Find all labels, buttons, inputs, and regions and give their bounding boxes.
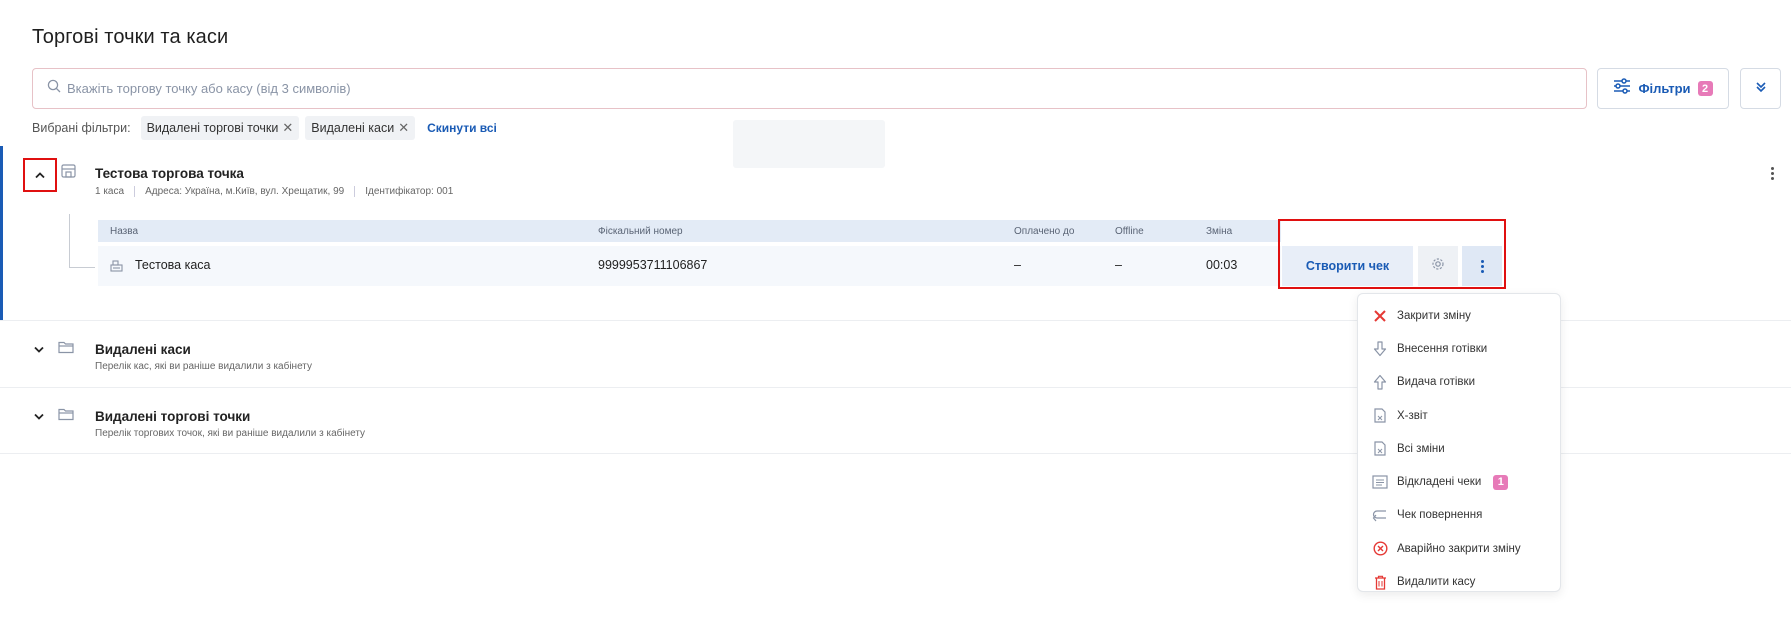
arrow-up-icon (1371, 373, 1389, 391)
folder-icon (58, 340, 74, 359)
paid-until: – (1014, 258, 1021, 272)
document-icon (1371, 440, 1389, 458)
col-offline: Offline (1115, 226, 1144, 237)
folder-subtitle: Перелік торгових точок, які ви раніше ви… (95, 428, 366, 439)
filter-chip-label: Видалені торгові точки (146, 121, 279, 135)
trash-icon (1371, 573, 1389, 591)
offline-value: – (1115, 258, 1122, 272)
store-address: Адреса: Україна, м.Київ, вул. Хрещатик, … (145, 186, 345, 197)
register-actions-menu: Закрити зміну Внесення готівки Видача го… (1357, 293, 1561, 592)
remove-chip-icon[interactable]: ✕ (282, 120, 293, 136)
register-more-button[interactable] (1462, 246, 1502, 286)
kebab-dot (1480, 264, 1484, 268)
store-title: Тестова торгова точка (95, 166, 244, 181)
folder-title: Видалені каси (95, 342, 191, 357)
menu-item-cash-in[interactable]: Внесення готівки (1358, 332, 1560, 365)
store-icon (61, 164, 76, 183)
chevron-up-icon (34, 166, 46, 184)
register-settings-button[interactable] (1418, 246, 1458, 286)
col-shift: Зміна (1206, 226, 1233, 237)
menu-item-close-shift[interactable]: Закрити зміну (1358, 299, 1560, 332)
store-meta: 1 каса Адреса: Україна, м.Київ, вул. Хре… (95, 186, 453, 197)
selected-filters-bar: Вибрані фільтри: Видалені торгові точки … (32, 116, 497, 140)
menu-item-label: Видалити касу (1397, 576, 1476, 589)
filters-count-badge: 2 (1697, 81, 1713, 96)
kebab-dot (1770, 166, 1774, 170)
kebab-dot (1480, 259, 1484, 263)
kebab-dot (1770, 171, 1774, 175)
search-field[interactable] (32, 68, 1587, 109)
chevron-down-icon[interactable] (33, 408, 45, 426)
reset-all-link[interactable]: Скинути всі (427, 121, 497, 135)
document-icon (1371, 407, 1389, 425)
menu-item-label: Всі зміни (1397, 442, 1445, 455)
register-name: Тестова каса (135, 258, 211, 272)
shift-time: 00:03 (1206, 258, 1238, 272)
meta-separator (354, 186, 356, 197)
menu-item-all-shifts[interactable]: Всі зміни (1358, 432, 1560, 465)
filter-chip-label: Видалені каси (311, 121, 395, 135)
arrow-down-icon (1371, 340, 1389, 358)
store-register-count: 1 каса (95, 186, 125, 197)
menu-item-emergency-close-shift[interactable]: Аварійно закрити зміну (1358, 532, 1560, 565)
menu-item-label: Видача готівки (1397, 376, 1476, 389)
table-row[interactable]: Тестова каса 9999953711106867 – – 00:03 (98, 246, 1281, 286)
menu-item-label: Внесення готівки (1397, 342, 1488, 355)
menu-item-return-receipt[interactable]: Чек повернення (1358, 499, 1560, 532)
tree-connector (69, 214, 95, 268)
kebab-dot (1480, 269, 1484, 273)
store-identifier: Ідентифікатор: 001 (365, 186, 454, 197)
menu-item-cash-out[interactable]: Видача готівки (1358, 366, 1560, 399)
cash-register-icon (110, 259, 123, 275)
chevron-down-icon[interactable] (33, 341, 45, 359)
folder-title: Видалені торгові точки (95, 409, 251, 424)
fiscal-number: 9999953711106867 (598, 258, 708, 272)
search-icon (47, 79, 61, 98)
menu-item-deferred-receipts[interactable]: Відкладені чеки 1 (1358, 465, 1560, 498)
double-chevron-down-icon (1755, 80, 1767, 98)
gear-icon (1431, 257, 1445, 276)
folder-subtitle: Перелік кас, які ви раніше видалили з ка… (95, 361, 312, 372)
remove-chip-icon[interactable]: ✕ (398, 120, 409, 136)
store-more-button[interactable] (1765, 164, 1779, 182)
filters-button[interactable]: Фільтри 2 (1597, 68, 1729, 109)
folder-icon (58, 407, 74, 426)
filters-label: Фільтри (1638, 81, 1691, 96)
deferred-count-badge: 1 (1493, 474, 1509, 490)
col-fiscal-number: Фіскальний номер (598, 226, 683, 237)
menu-item-label: Х-звіт (1397, 409, 1428, 422)
create-receipt-button[interactable]: Створити чек (1282, 246, 1413, 286)
sliders-icon (1613, 78, 1631, 99)
search-input[interactable] (67, 81, 1586, 96)
col-paid-until: Оплачено до (1014, 226, 1075, 237)
menu-item-x-report[interactable]: Х-звіт (1358, 399, 1560, 432)
return-arrow-icon (1371, 506, 1389, 524)
col-name: Назва (110, 226, 139, 237)
expand-all-button[interactable] (1740, 68, 1781, 109)
filter-chip: Видалені каси ✕ (305, 116, 416, 140)
menu-item-label: Відкладені чеки (1397, 476, 1482, 489)
menu-item-label: Чек повернення (1397, 509, 1483, 522)
menu-item-label: Аварійно закрити зміну (1397, 542, 1521, 555)
menu-item-label: Закрити зміну (1397, 309, 1471, 322)
table-header: Назва Фіскальний номер Оплачено до Offli… (98, 220, 1281, 242)
kebab-dot (1770, 176, 1774, 180)
menu-item-delete-register[interactable]: Видалити касу (1358, 565, 1560, 598)
collapse-store-button[interactable] (23, 158, 57, 192)
meta-separator (134, 186, 136, 197)
selected-filters-label: Вибрані фільтри: (32, 121, 131, 135)
circle-x-icon (1371, 540, 1389, 558)
filter-chip: Видалені торгові точки ✕ (140, 116, 300, 140)
close-x-icon (1371, 307, 1389, 325)
list-icon (1371, 473, 1389, 491)
page-title: Торгові точки та каси (32, 26, 229, 48)
